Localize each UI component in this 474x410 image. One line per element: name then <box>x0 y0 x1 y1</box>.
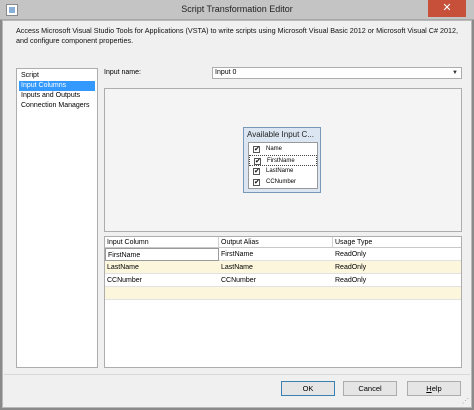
table-row[interactable]: FirstName FirstName ReadOnly <box>105 248 461 261</box>
column-row-ccnumber[interactable]: CCNumber <box>249 177 317 188</box>
available-columns-title: Available Input C... <box>247 130 315 139</box>
usage-type-cell[interactable]: ReadOnly <box>333 274 461 287</box>
column-label: LastName <box>266 168 294 174</box>
title-bar[interactable]: Script Transformation Editor ✕ <box>0 0 474 20</box>
input-name-value: Input 0 <box>215 69 237 76</box>
grid-header-usage-type[interactable]: Usage Type <box>333 237 461 248</box>
input-column-cell[interactable]: LastName <box>105 261 219 274</box>
footer-divider <box>4 374 470 375</box>
column-diagram: Available Input C... Name FirstName Last… <box>104 88 462 232</box>
column-row-firstname[interactable]: FirstName <box>249 155 317 167</box>
input-column-cell-empty[interactable] <box>105 287 219 300</box>
usage-type-cell[interactable]: ReadOnly <box>333 261 461 274</box>
help-label-rest: elp <box>431 384 442 393</box>
output-alias-cell[interactable]: FirstName <box>219 248 333 261</box>
column-label: Name <box>266 146 283 152</box>
nav-item-connection-managers[interactable]: Connection Managers <box>19 101 95 111</box>
column-row-lastname[interactable]: LastName <box>249 166 317 177</box>
input-column-cell[interactable]: CCNumber <box>105 274 219 287</box>
help-button[interactable]: Help <box>407 381 461 396</box>
available-columns-list: Name FirstName LastName CCNumber <box>248 142 318 189</box>
input-column-cell[interactable]: FirstName <box>105 248 219 261</box>
checkbox-lastname[interactable] <box>253 166 260 177</box>
input-name-select[interactable]: Input 0 ▼ <box>212 67 462 79</box>
available-input-columns-box[interactable]: Available Input C... Name FirstName Last… <box>243 127 321 193</box>
resize-grip-icon[interactable]: ⋰ <box>462 398 470 406</box>
table-row[interactable]: LastName LastName ReadOnly <box>105 261 461 274</box>
input-columns-grid: Input Column Output Alias Usage Type Fir… <box>104 236 462 368</box>
grid-header-output-alias[interactable]: Output Alias <box>219 237 333 248</box>
table-row-new[interactable] <box>105 287 461 300</box>
close-button[interactable]: ✕ <box>428 0 466 17</box>
checkbox-name[interactable] <box>253 144 260 155</box>
description-text: Access Microsoft Visual Studio Tools for… <box>16 26 458 45</box>
nav-item-input-columns[interactable]: Input Columns <box>19 81 95 91</box>
output-alias-cell[interactable]: LastName <box>219 261 333 274</box>
nav-item-script[interactable]: Script <box>19 71 95 81</box>
column-row-name[interactable]: Name <box>249 144 317 155</box>
grid-header-input-column[interactable]: Input Column <box>105 237 219 248</box>
usage-type-cell[interactable]: ReadOnly <box>333 248 461 261</box>
ok-button[interactable]: OK <box>281 381 335 396</box>
checkbox-firstname[interactable] <box>254 156 261 167</box>
cancel-button[interactable]: Cancel <box>343 381 397 396</box>
nav-item-inputs-outputs[interactable]: Inputs and Outputs <box>19 91 95 101</box>
window-title: Script Transformation Editor <box>181 4 293 14</box>
output-alias-cell[interactable]: CCNumber <box>219 274 333 287</box>
input-name-label: Input name: <box>104 69 141 76</box>
nav-list: Script Input Columns Inputs and Outputs … <box>16 68 98 368</box>
table-row[interactable]: CCNumber CCNumber ReadOnly <box>105 274 461 287</box>
column-label: CCNumber <box>266 179 297 185</box>
chevron-down-icon[interactable]: ▼ <box>452 68 458 78</box>
checkbox-ccnumber[interactable] <box>253 177 260 188</box>
